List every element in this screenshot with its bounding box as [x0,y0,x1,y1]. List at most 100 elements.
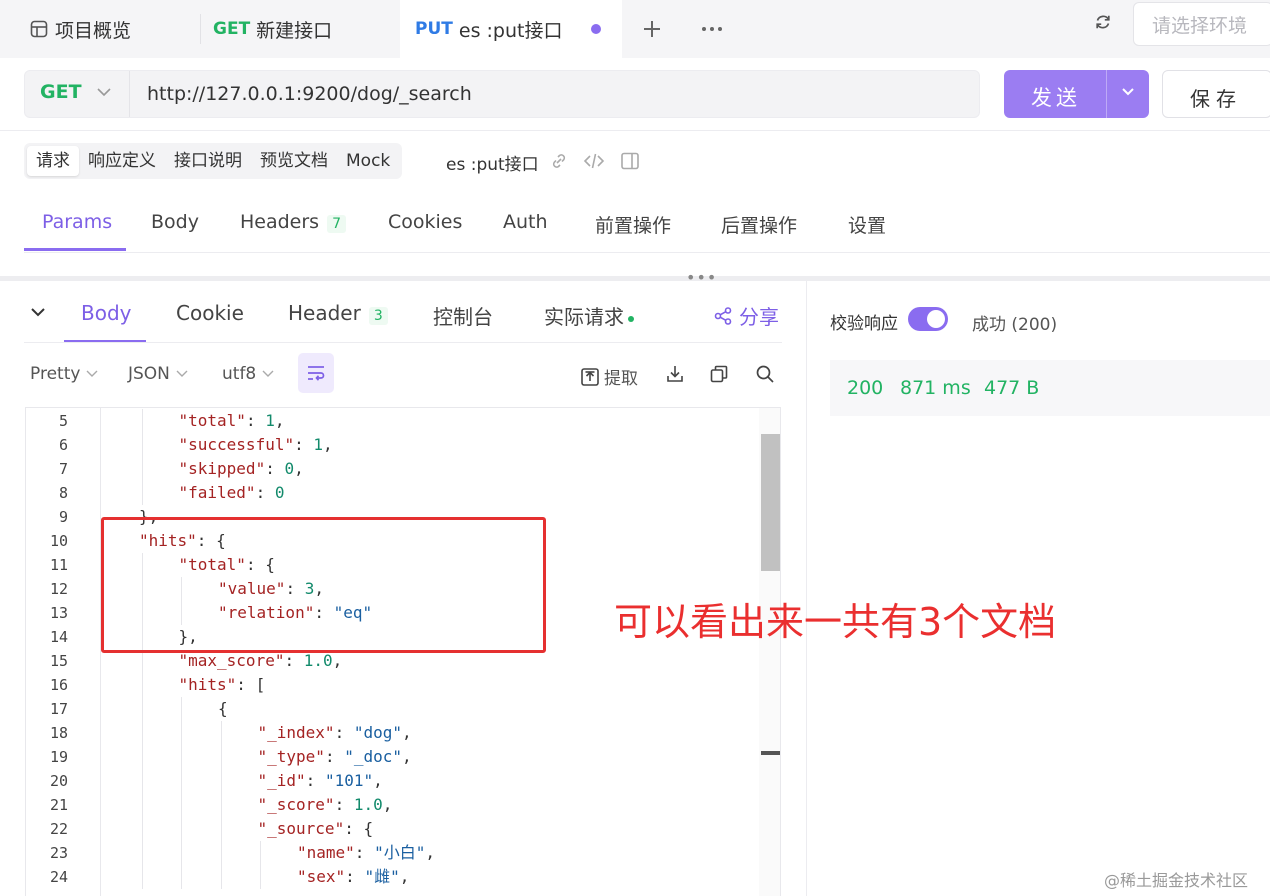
status-dot-icon [628,315,634,322]
tab-post-operations[interactable]: 后置操作 [721,211,797,238]
response-size: 477 B [984,377,1040,399]
chevron-down-icon [176,370,188,377]
type-select[interactable]: JSON [128,364,190,384]
format-select[interactable]: Pretty [30,364,100,384]
tab-label: 项目概览 [55,19,132,42]
tab-get-new-interface[interactable]: GET 新建接口 [201,0,399,58]
send-label: 发送 [1031,86,1081,110]
subtab-mock[interactable]: Mock [337,146,399,176]
send-divider [1106,70,1107,118]
line-number: 22 [49,820,68,838]
response-stats: 200 871 ms 477 B [830,360,1270,416]
share-button[interactable]: 分享 [713,301,779,330]
token: 1.0 [353,795,383,814]
save-button[interactable]: 保存 [1162,70,1270,118]
tab-settings[interactable]: 设置 [848,211,886,238]
extract-button[interactable]: 提取 [580,364,638,389]
method-select[interactable]: GET [40,81,82,103]
new-tab-button[interactable] [634,12,670,46]
line-number: 13 [49,604,68,622]
token: , [332,651,343,670]
tab-cookies[interactable]: Cookies [388,211,462,233]
tab-project-overview[interactable]: 项目概览 [0,0,200,58]
divider [24,252,1270,253]
url-input[interactable]: http://127.0.0.1:9200/dog/_search [147,83,472,105]
more-tabs-button[interactable] [694,12,730,46]
line-content: "_type": "_doc", [258,745,412,769]
line-number: 12 [49,580,68,598]
word-wrap-button[interactable] [298,353,334,393]
indent-guide [181,721,182,745]
indent-guide [141,865,143,889]
collapse-chevron-icon[interactable] [29,303,47,321]
token: , [323,435,333,454]
tab-auth[interactable]: Auth [503,211,548,233]
scrollbar-thumb[interactable] [761,434,780,571]
token: : [294,435,314,454]
tab-body[interactable]: Body [151,211,199,233]
response-tab-body[interactable]: Body [81,301,132,325]
token: : [ [236,675,266,694]
response-tab-actual-request[interactable]: 实际请求 [544,301,634,330]
subtab-interface-description[interactable]: 接口说明 [165,146,251,176]
subtab-preview-doc[interactable]: 预览文档 [251,146,337,176]
subtab-request[interactable]: 请求 [27,146,79,176]
token: "_type" [257,747,325,766]
subtab-response-definition[interactable]: 响应定义 [79,146,165,176]
token: "小白" [374,843,426,862]
vertical-splitter[interactable] [806,281,807,896]
code-line: 16 "hits": [ [26,673,756,697]
search-icon[interactable] [755,364,775,384]
environment-select[interactable]: 请选择环境 [1133,2,1270,46]
extract-icon [581,367,599,386]
code-line: 21 "_score": 1.0, [26,793,756,817]
response-tab-console[interactable]: 控制台 [433,301,493,330]
token: , [402,723,412,742]
code-icon[interactable] [583,151,605,171]
sidebar-toggle-icon[interactable] [620,151,640,171]
send-button[interactable]: 发送 [1004,70,1149,118]
response-tab-header[interactable]: Header 3 [288,301,388,325]
chevron-down-icon[interactable] [95,83,113,101]
download-icon[interactable] [665,364,685,384]
line-content: "failed": 0 [179,481,285,505]
actual-request-label: 实际请求 [544,305,624,329]
copy-icon[interactable] [709,364,729,384]
indent-guide [141,409,143,433]
indent-guide [220,721,222,745]
indent-guide [181,817,182,841]
response-tab-header-label: Header [288,301,361,325]
verify-response-toggle[interactable] [908,307,948,331]
line-number: 15 [49,652,68,670]
code-line: 20 "_id": "101", [26,769,756,793]
token: , [373,771,383,790]
tab-params[interactable]: Params [42,211,112,233]
scrollbar-marker [761,751,780,755]
code-line: 18 "_index": "dog", [26,721,756,745]
response-tab-cookie[interactable]: Cookie [176,301,244,325]
token: , [382,795,393,814]
tab-pre-operations[interactable]: 前置操作 [595,211,671,238]
drag-handle-icon[interactable]: ••• [686,268,717,287]
code-line: 8 "failed": 0 [26,481,756,505]
code-line: 6 "successful": 1, [26,433,756,457]
token: "雌" [364,867,400,886]
indent-guide [220,745,222,769]
link-icon[interactable] [549,151,569,171]
token: : [334,795,354,814]
token: "hits" [178,675,237,694]
panel-splitter[interactable] [0,276,1270,281]
line-number: 20 [49,772,68,790]
refresh-button[interactable] [1087,6,1119,38]
token: : [324,747,345,766]
encoding-select[interactable]: utf8 [222,364,276,384]
environment-placeholder: 请选择环境 [1152,14,1248,37]
tab-headers[interactable]: Headers 7 [240,211,347,233]
code-line: 7 "skipped": 0, [26,457,756,481]
chevron-down-icon[interactable] [1120,84,1136,100]
indent-guide [220,865,222,889]
code-line: 24 "sex": "雌", [26,865,756,889]
tab-put-interface[interactable]: PUT es :put接口 [400,0,622,58]
indent-guide [141,721,143,745]
indent-guide [260,841,261,865]
